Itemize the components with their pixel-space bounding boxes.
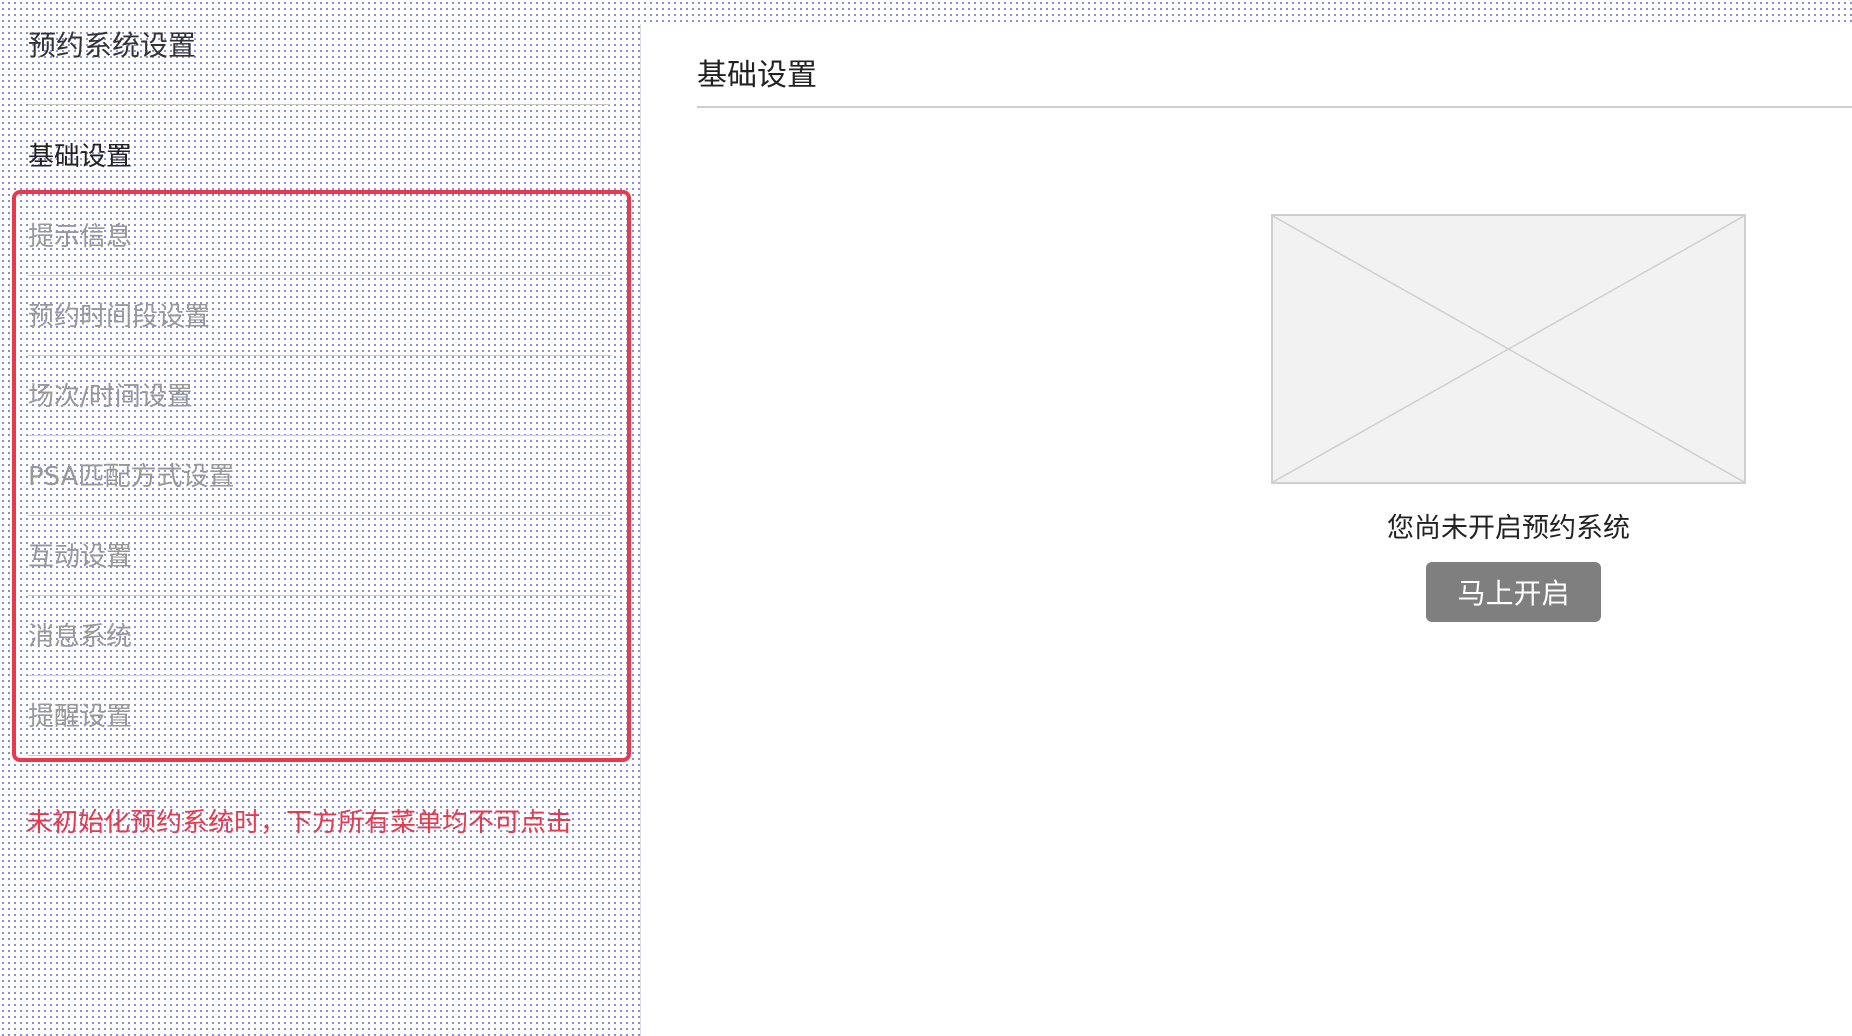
sidebar-divider — [28, 104, 610, 105]
sidebar-title: 预约系统设置 — [28, 29, 197, 62]
title-divider — [697, 106, 1852, 108]
sidebar-item-label: PSA匹配方式设置 — [28, 462, 235, 492]
sidebar-item-label: 提醒设置 — [28, 702, 133, 732]
image-placeholder-icon — [1271, 214, 1746, 484]
sidebar-item-label: 消息系统 — [28, 622, 133, 652]
enable-button[interactable]: 马上开启 — [1426, 562, 1601, 622]
sidebar-item-label: 互动设置 — [28, 542, 133, 572]
placeholder-cross — [1273, 216, 1744, 482]
main-panel: 基础设置 您尚未开启预约系统 马上开启 — [640, 24, 1852, 1036]
annotation-note: 未初始化预约系统时，下方所有菜单均不可点击 — [26, 808, 573, 838]
sidebar-item-psa-matching: PSA匹配方式设置 — [28, 436, 612, 516]
sidebar-item-label: 场次/时间设置 — [28, 382, 193, 412]
sidebar-item-interaction: 互动设置 — [28, 516, 612, 596]
sidebar-section-basic-settings[interactable]: 基础设置 — [28, 136, 132, 173]
sidebar-item-label: 提示信息 — [28, 222, 133, 252]
menu-divider — [28, 755, 612, 756]
sidebar-item-reminder: 提醒设置 — [28, 676, 612, 756]
sidebar: 预约系统设置 基础设置 提示信息 预约时间段设置 场次/时间设置 PSA匹配方式… — [0, 0, 640, 1036]
page-title: 基础设置 — [697, 58, 817, 93]
sidebar-item-message-system: 消息系统 — [28, 596, 612, 676]
sidebar-item-time-slot: 预约时间段设置 — [28, 276, 612, 356]
sidebar-item-session-time: 场次/时间设置 — [28, 356, 612, 436]
sidebar-item-tips: 提示信息 — [28, 196, 612, 276]
empty-state-message: 您尚未开启预约系统 — [1387, 513, 1630, 544]
sidebar-item-label: 预约时间段设置 — [28, 302, 211, 332]
